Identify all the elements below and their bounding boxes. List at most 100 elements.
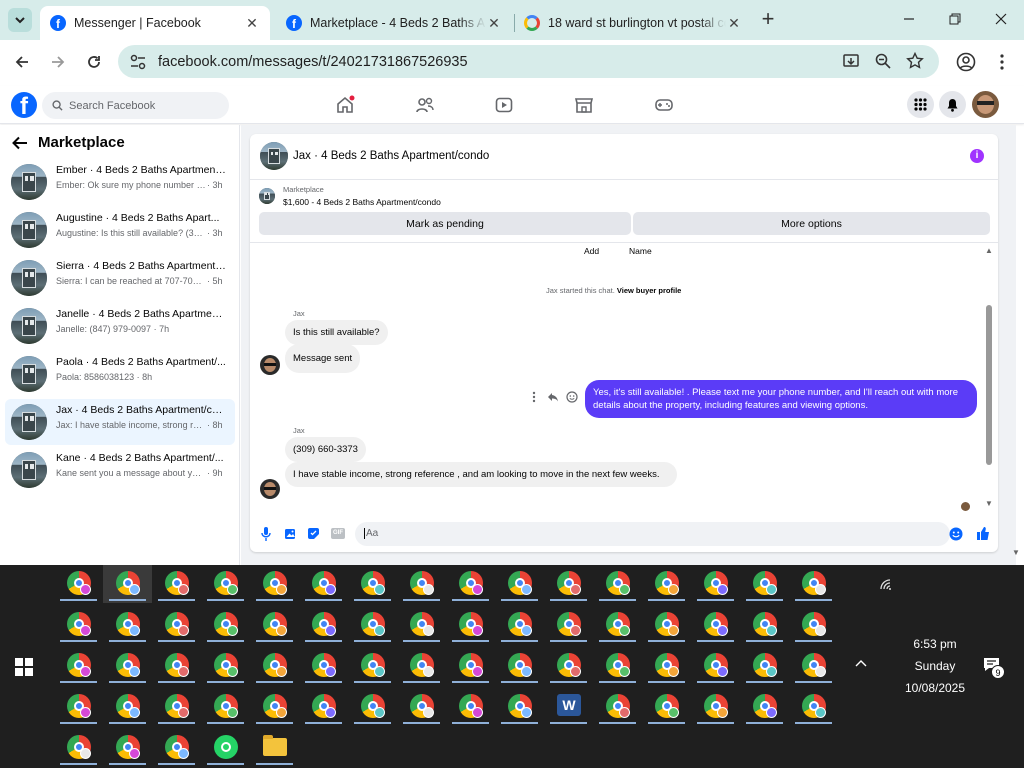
chrome-profile-icon[interactable] xyxy=(642,688,691,726)
menu-button[interactable] xyxy=(907,91,934,118)
chrome-profile-icon[interactable] xyxy=(250,647,299,685)
chrome-profile-icon[interactable] xyxy=(103,606,152,644)
photo-icon[interactable] xyxy=(284,527,297,540)
gif-button[interactable]: GIF xyxy=(331,528,345,539)
chrome-profile-icon[interactable] xyxy=(103,688,152,726)
clock-time[interactable]: 6:53 pm xyxy=(895,637,975,651)
chrome-profile-icon[interactable] xyxy=(495,647,544,685)
url-text[interactable]: facebook.com/messages/t/2402173186752693… xyxy=(158,54,468,70)
chrome-profile-icon[interactable] xyxy=(299,565,348,603)
new-tab-button[interactable]: + xyxy=(758,7,778,31)
chrome-profile-icon[interactable] xyxy=(446,647,495,685)
chrome-profile-icon[interactable] xyxy=(789,606,838,644)
chrome-profile-icon[interactable] xyxy=(152,688,201,726)
back-button[interactable] xyxy=(12,136,28,150)
listing-thumbnail[interactable] xyxy=(259,188,275,204)
tab-search-button[interactable] xyxy=(8,8,32,32)
chrome-profile-icon[interactable] xyxy=(495,565,544,603)
profile-button[interactable] xyxy=(952,48,980,76)
chrome-profile-icon[interactable] xyxy=(54,729,103,767)
nav-friends[interactable] xyxy=(411,92,439,118)
chrome-profile-icon[interactable] xyxy=(103,729,152,767)
chrome-profile-icon[interactable] xyxy=(691,688,740,726)
chrome-profile-icon[interactable] xyxy=(152,565,201,603)
close-icon[interactable]: ✕ xyxy=(486,15,502,31)
mark-as-pending-button[interactable]: Mark as pending xyxy=(259,212,631,235)
scrollbar-thumb[interactable] xyxy=(986,304,992,465)
chrome-profile-icon[interactable] xyxy=(348,688,397,726)
chrome-profile-icon[interactable] xyxy=(691,606,740,644)
chrome-menu-button[interactable] xyxy=(988,48,1016,76)
tab-google-search[interactable]: 18 ward st burlington vt postal code ✕ xyxy=(514,6,752,40)
message-bubble-received[interactable]: Is this still available? xyxy=(285,320,388,345)
chrome-profile-icon[interactable] xyxy=(54,647,103,685)
notifications-button[interactable] xyxy=(939,91,966,118)
chrome-profile-icon[interactable] xyxy=(740,647,789,685)
thumbs-up-icon[interactable] xyxy=(976,526,990,541)
more-options-button[interactable]: More options xyxy=(633,212,990,235)
scroll-down-arrow[interactable]: ▼ xyxy=(985,499,993,508)
chrome-profile-icon[interactable] xyxy=(691,647,740,685)
sender-avatar[interactable] xyxy=(260,355,280,375)
whatsapp-icon[interactable] xyxy=(201,729,250,767)
word-app-icon[interactable]: W xyxy=(544,688,593,726)
chrome-profile-icon[interactable] xyxy=(495,688,544,726)
chat-avatar[interactable] xyxy=(260,142,288,170)
chrome-profile-icon[interactable] xyxy=(789,565,838,603)
chrome-profile-icon[interactable] xyxy=(544,606,593,644)
chrome-profile-icon[interactable] xyxy=(446,606,495,644)
chrome-profile-icon[interactable] xyxy=(446,565,495,603)
chrome-profile-icon[interactable] xyxy=(201,688,250,726)
site-info-icon[interactable] xyxy=(129,53,147,71)
chrome-profile-icon[interactable] xyxy=(201,647,250,685)
message-input[interactable]: Aa xyxy=(355,522,963,546)
sticker-icon[interactable] xyxy=(307,527,320,540)
chrome-profile-icon[interactable] xyxy=(593,606,642,644)
address-bar[interactable]: facebook.com/messages/t/2402173186752693… xyxy=(118,45,939,78)
message-bubble-received[interactable]: Message sent xyxy=(285,344,361,373)
close-icon[interactable]: ✕ xyxy=(726,15,742,31)
reply-icon[interactable] xyxy=(547,391,559,403)
chrome-profile-icon[interactable] xyxy=(54,688,103,726)
install-app-icon[interactable] xyxy=(842,52,860,70)
zoom-icon[interactable] xyxy=(874,52,892,70)
chrome-profile-icon[interactable] xyxy=(691,565,740,603)
chrome-profile-icon[interactable] xyxy=(544,647,593,685)
nav-gaming[interactable] xyxy=(650,92,678,118)
chrome-profile-icon[interactable] xyxy=(446,688,495,726)
chrome-profile-icon[interactable] xyxy=(593,688,642,726)
chrome-profile-icon[interactable] xyxy=(642,565,691,603)
facebook-search-input[interactable]: Search Facebook xyxy=(42,92,229,119)
chrome-profile-icon[interactable] xyxy=(152,606,201,644)
nav-home[interactable] xyxy=(331,92,359,118)
file-explorer-icon[interactable] xyxy=(250,729,299,767)
emoji-icon[interactable] xyxy=(949,527,963,541)
chrome-profile-icon[interactable] xyxy=(201,565,250,603)
chrome-profile-icon[interactable] xyxy=(54,606,103,644)
listing-price-title[interactable]: $1,600 - 4 Beds 2 Baths Apartment/condo xyxy=(283,197,441,207)
chrome-profile-icon[interactable] xyxy=(593,565,642,603)
chrome-profile-icon[interactable] xyxy=(348,606,397,644)
chrome-profile-icon[interactable] xyxy=(152,729,201,767)
conversation-item[interactable]: Ember · 4 Beds 2 Baths Apartment... Embe… xyxy=(5,159,235,205)
bookmark-star-icon[interactable] xyxy=(906,52,924,70)
nav-video[interactable] xyxy=(490,92,518,118)
chrome-profile-icon[interactable] xyxy=(152,647,201,685)
restore-button[interactable] xyxy=(932,0,978,38)
chrome-profile-icon[interactable] xyxy=(397,647,446,685)
chrome-profile-icon[interactable] xyxy=(103,565,152,603)
conversation-item-selected[interactable]: Jax · 4 Beds 2 Baths Apartment/co... Jax… xyxy=(5,399,235,445)
chrome-profile-icon[interactable] xyxy=(299,647,348,685)
chrome-profile-icon[interactable] xyxy=(299,606,348,644)
close-icon[interactable]: ✕ xyxy=(244,15,260,31)
chrome-profile-icon[interactable] xyxy=(250,688,299,726)
chrome-profile-icon[interactable] xyxy=(495,606,544,644)
message-bubble-received[interactable]: (309) 660-3373 xyxy=(285,437,366,462)
nav-marketplace[interactable] xyxy=(570,92,598,118)
chrome-profile-icon[interactable] xyxy=(299,688,348,726)
chrome-profile-icon[interactable] xyxy=(250,606,299,644)
message-bubble-received[interactable]: I have stable income, strong reference ,… xyxy=(285,462,677,487)
tab-messenger[interactable]: f Messenger | Facebook ✕ xyxy=(40,6,270,40)
sender-avatar[interactable] xyxy=(260,479,280,499)
chrome-profile-icon[interactable] xyxy=(397,565,446,603)
